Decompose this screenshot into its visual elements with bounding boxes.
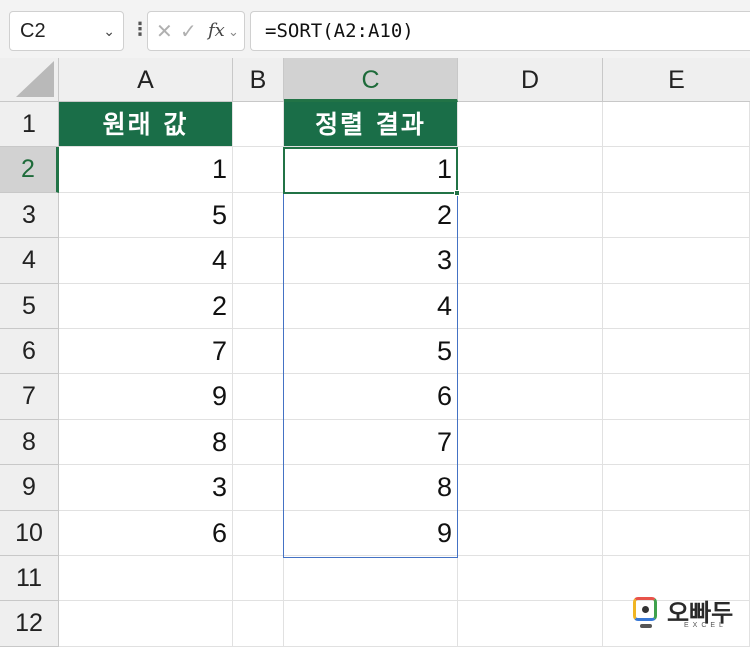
cell-c11[interactable]: [284, 556, 458, 602]
cell-d7[interactable]: [458, 374, 603, 420]
row-header-7[interactable]: 7: [0, 374, 59, 420]
chevron-down-icon[interactable]: ⌄: [228, 24, 239, 40]
cell-d9[interactable]: [458, 465, 603, 511]
cell-b9[interactable]: [233, 465, 284, 511]
cell-e9[interactable]: [603, 465, 750, 511]
cell-a7[interactable]: 9: [59, 374, 233, 420]
row-header-12[interactable]: 12: [0, 601, 59, 647]
formula-bar: C2 ⌄ ⋮ ✕ ✓ fx ⌄ =SORT(A2:A10): [0, 0, 750, 58]
cell-a1[interactable]: 원래 값: [59, 102, 233, 148]
cancel-icon[interactable]: ✕: [156, 19, 173, 44]
cell-a2[interactable]: 1: [59, 147, 233, 193]
row-header-2[interactable]: 2: [0, 147, 59, 193]
cell-c7[interactable]: 6: [284, 374, 458, 420]
cell-e1[interactable]: [603, 102, 750, 148]
cell-c4[interactable]: 3: [284, 238, 458, 284]
cell-d12[interactable]: [458, 601, 603, 647]
logo-subtext: EXCEL: [684, 622, 727, 629]
row-header-10[interactable]: 10: [0, 510, 59, 556]
cell-b12[interactable]: [233, 601, 284, 647]
row-header-3[interactable]: 3: [0, 192, 59, 239]
cell-a12[interactable]: [59, 601, 233, 647]
column-header-e[interactable]: E: [603, 58, 750, 102]
insert-function-icon[interactable]: fx: [208, 20, 225, 41]
cell-a11[interactable]: [59, 556, 233, 602]
cell-c6[interactable]: 5: [284, 329, 458, 375]
column-header-c[interactable]: C: [284, 58, 458, 102]
cell-e8[interactable]: [603, 419, 750, 466]
formula-input[interactable]: =SORT(A2:A10): [250, 11, 750, 51]
cell-d11[interactable]: [458, 556, 603, 602]
cell-a6[interactable]: 7: [59, 329, 233, 375]
fill-handle[interactable]: [454, 190, 460, 196]
column-header-a[interactable]: A: [59, 58, 233, 102]
cell-a4[interactable]: 4: [59, 238, 233, 284]
name-box[interactable]: C2 ⌄: [9, 11, 124, 51]
cell-a8[interactable]: 8: [59, 419, 233, 466]
cell-c9[interactable]: 8: [284, 465, 458, 511]
cell-c1[interactable]: 정렬 결과: [284, 102, 458, 148]
cell-b10[interactable]: [233, 510, 284, 556]
cell-b6[interactable]: [233, 329, 284, 375]
select-all-button[interactable]: [0, 58, 59, 102]
cell-c5[interactable]: 4: [284, 283, 458, 329]
cell-a10[interactable]: 6: [59, 510, 233, 556]
brand-logo: 오빠두 EXCEL: [630, 595, 740, 635]
cell-b3[interactable]: [233, 192, 284, 239]
cell-b8[interactable]: [233, 419, 284, 466]
cell-b11[interactable]: [233, 556, 284, 602]
cell-d8[interactable]: [458, 419, 603, 466]
cell-d2[interactable]: [458, 147, 603, 193]
cell-e2[interactable]: [603, 147, 750, 193]
cell-e3[interactable]: [603, 192, 750, 239]
column-header-d[interactable]: D: [458, 58, 603, 102]
cell-d5[interactable]: [458, 283, 603, 329]
cell-d3[interactable]: [458, 192, 603, 239]
cell-a9[interactable]: 3: [59, 465, 233, 511]
cell-e4[interactable]: [603, 238, 750, 284]
cell-d1[interactable]: [458, 102, 603, 148]
name-box-value: C2: [20, 20, 46, 42]
cell-c12[interactable]: [284, 601, 458, 647]
cell-b7[interactable]: [233, 374, 284, 420]
cell-e10[interactable]: [603, 510, 750, 556]
cell-b1[interactable]: [233, 102, 284, 148]
confirm-icon[interactable]: ✓: [180, 19, 197, 44]
row-header-1[interactable]: 1: [0, 102, 59, 148]
cell-d4[interactable]: [458, 238, 603, 284]
row-header-9[interactable]: 9: [0, 465, 59, 511]
formula-actions: ✕ ✓ fx ⌄: [147, 11, 245, 51]
row-header-8[interactable]: 8: [0, 419, 59, 466]
cell-e6[interactable]: [603, 329, 750, 375]
chevron-down-icon[interactable]: ⌄: [103, 12, 115, 50]
cell-e5[interactable]: [603, 283, 750, 329]
cell-d10[interactable]: [458, 510, 603, 556]
row-header-5[interactable]: 5: [0, 283, 59, 329]
cell-a5[interactable]: 2: [59, 283, 233, 329]
cell-b2[interactable]: [233, 147, 284, 193]
cell-e7[interactable]: [603, 374, 750, 420]
row-header-6[interactable]: 6: [0, 329, 59, 375]
cell-b5[interactable]: [233, 283, 284, 329]
cell-c8[interactable]: 7: [284, 419, 458, 466]
cell-c3[interactable]: 2: [284, 192, 458, 239]
cell-b4[interactable]: [233, 238, 284, 284]
logo-icon: [633, 597, 657, 628]
row-header-4[interactable]: 4: [0, 238, 59, 284]
column-header-b[interactable]: B: [233, 58, 284, 102]
cell-a3[interactable]: 5: [59, 192, 233, 239]
row-header-11[interactable]: 11: [0, 556, 59, 602]
cell-d6[interactable]: [458, 329, 603, 375]
cell-c2[interactable]: 1: [284, 147, 458, 193]
cell-c10[interactable]: 9: [284, 510, 458, 556]
